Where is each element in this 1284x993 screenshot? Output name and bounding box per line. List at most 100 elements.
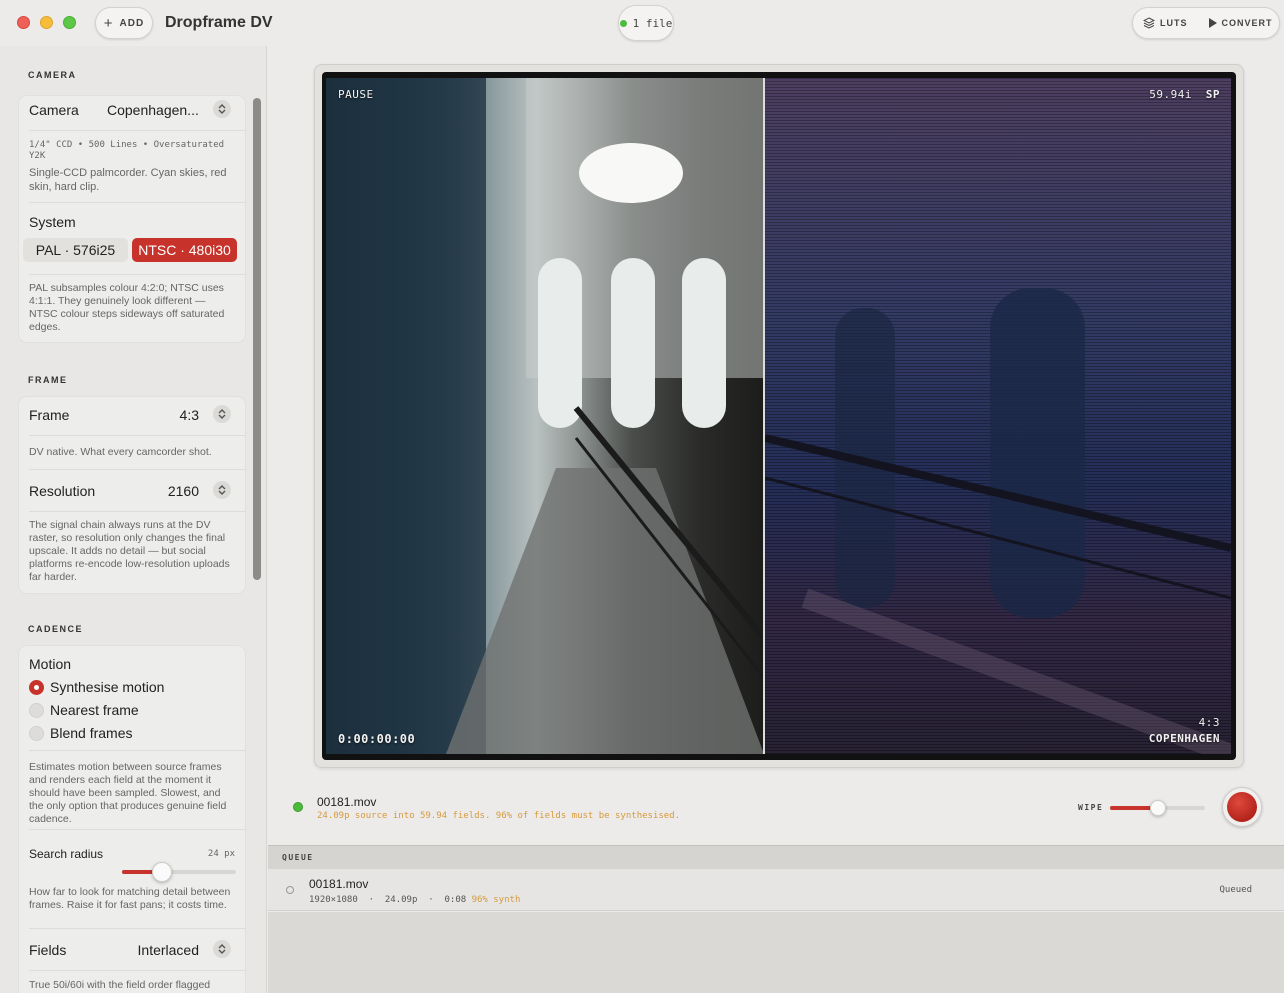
chevron-updown-icon[interactable]	[213, 405, 231, 423]
divider	[29, 202, 245, 203]
frame-value: 4:3	[179, 407, 199, 423]
camera-label: Camera	[29, 102, 79, 118]
osd-speed: SP	[1205, 88, 1220, 101]
camera-spec: 1/4" CCD • 500 Lines • Oversaturated Y2K	[29, 140, 225, 161]
search-radius-note: How far to look for matching detail betw…	[29, 886, 231, 911]
frame-label: Frame	[29, 407, 70, 423]
video-preview[interactable]: PAUSE 59.94i SP 0:00:00:00 4:3 COPENHAGE…	[322, 72, 1236, 760]
motion-option-label: Synthesise motion	[50, 679, 165, 695]
plus-icon: +	[103, 14, 114, 32]
play-icon	[1208, 18, 1217, 28]
app-title: Dropframe DV	[165, 14, 273, 31]
divider	[29, 928, 245, 929]
record-button[interactable]	[1222, 787, 1262, 827]
chevron-updown-icon[interactable]	[213, 100, 231, 118]
camera-value: Copenhagen...	[107, 102, 199, 118]
divider	[29, 829, 245, 830]
minimize-window-button[interactable]	[40, 16, 53, 29]
motion-option-synthesise[interactable]: Synthesise motion	[29, 679, 164, 695]
queue-header: QUEUE	[268, 845, 1284, 869]
radio-icon	[29, 725, 44, 741]
fields-label: Fields	[29, 942, 67, 958]
osd-rate: 59.94i	[1149, 88, 1192, 101]
queue-item[interactable]: 00181.mov 1920×1080 · 24.09p · 0:08 96% …	[268, 869, 1284, 911]
system-segmented-control: PAL · 576i25 NTSC · 480i30	[23, 238, 237, 262]
system-label: System	[29, 214, 76, 230]
system-option-pal[interactable]: PAL · 576i25	[23, 238, 128, 262]
section-title-cadence: CADENCE	[28, 624, 84, 634]
search-radius-label: Search radius	[29, 847, 104, 861]
file-count-label: 1 file	[632, 16, 673, 30]
divider	[29, 130, 245, 131]
divider	[29, 469, 245, 470]
fields-row[interactable]: Fields Interlaced	[19, 932, 245, 966]
divider	[29, 274, 245, 275]
osd-aspect: 4:3	[1198, 716, 1220, 729]
motion-label: Motion	[29, 656, 72, 672]
source-frame-image	[326, 78, 764, 754]
queue-item-resolution: 1920×1080	[309, 895, 358, 905]
record-icon	[1227, 792, 1257, 822]
divider	[29, 435, 245, 436]
settings-sidebar: CAMERA Camera Copenhagen... 1/4" CCD • 5…	[0, 46, 267, 993]
fields-note: True 50i/60i with the field order flagge…	[29, 979, 211, 991]
wipe-divider[interactable]	[763, 78, 765, 754]
add-button-label: ADD	[119, 17, 145, 29]
corridor-illustration	[326, 78, 764, 754]
frame-row[interactable]: Frame 4:3	[19, 397, 245, 431]
search-radius-value: 24 px	[207, 849, 235, 859]
queue-item-meta: 1920×1080 · 24.09p · 0:08 96% synth	[309, 895, 521, 905]
file-status-dot-icon	[293, 802, 303, 812]
fields-value: Interlaced	[137, 942, 199, 958]
osd-state: PAUSE	[338, 88, 374, 101]
zoom-window-button[interactable]	[63, 16, 76, 29]
radio-icon	[29, 702, 44, 718]
file-count-pill[interactable]: 1 file	[618, 5, 674, 41]
camera-description: Single-CCD palmcorder. Cyan skies, red s…	[29, 167, 227, 193]
luts-button[interactable]: LUTS	[1133, 8, 1198, 38]
queue-item-fps: 24.09p	[384, 895, 418, 905]
sidebar-scrollbar[interactable]	[253, 98, 261, 580]
frame-note: DV native. What every camcorder shot.	[29, 446, 212, 458]
slider-knob[interactable]	[1149, 800, 1166, 816]
frame-card: Frame 4:3 DV native. What every camcorde…	[18, 396, 246, 594]
status-dot-icon	[619, 19, 627, 27]
radio-selected-icon	[29, 679, 44, 695]
system-option-ntsc[interactable]: NTSC · 480i30	[132, 238, 237, 262]
search-radius-slider[interactable]	[122, 862, 236, 882]
motion-option-nearest[interactable]: Nearest frame	[29, 702, 139, 718]
camera-row[interactable]: Camera Copenhagen...	[19, 96, 245, 130]
section-title-frame: FRAME	[28, 375, 68, 385]
osd-timecode: 0:00:00:00	[338, 732, 416, 746]
chevron-updown-icon[interactable]	[213, 940, 231, 958]
queue-item-state: Queued	[1219, 885, 1252, 895]
processed-illustration	[765, 288, 1231, 754]
queue-item-duration: 0:08	[444, 895, 467, 905]
queue-item-status-icon	[286, 886, 294, 894]
system-note: PAL subsamples colour 4:2:0; NTSC uses 4…	[29, 282, 225, 333]
wipe-slider[interactable]	[1110, 800, 1205, 816]
divider	[29, 970, 245, 971]
layers-icon	[1143, 17, 1155, 29]
titlebar: + ADD Dropframe DV 1 file LUTS CONVERT	[0, 0, 1284, 46]
motion-option-label: Nearest frame	[50, 702, 139, 718]
slider-knob[interactable]	[151, 862, 172, 882]
section-title-camera: CAMERA	[28, 70, 77, 80]
motion-note: Estimates motion between source frames a…	[29, 761, 227, 825]
motion-option-blend[interactable]: Blend frames	[29, 725, 132, 741]
convert-button[interactable]: CONVERT	[1198, 8, 1280, 38]
luts-label: LUTS	[1160, 18, 1188, 28]
resolution-value: 2160	[167, 483, 199, 499]
toolbar-segment: LUTS CONVERT	[1132, 7, 1280, 39]
divider	[29, 750, 245, 751]
queue-item-name: 00181.mov	[309, 877, 369, 891]
resolution-row[interactable]: Resolution 2160	[19, 473, 245, 507]
camera-card: Camera Copenhagen... 1/4" CCD • 500 Line…	[18, 95, 246, 343]
chevron-updown-icon[interactable]	[213, 481, 231, 499]
convert-label: CONVERT	[1221, 18, 1273, 28]
osd-camera: COPENHAGEN	[1148, 732, 1220, 745]
add-button[interactable]: + ADD	[95, 7, 153, 39]
current-file-name: 00181.mov	[317, 795, 377, 809]
current-file-note: 24.09p source into 59.94 fields. 96% of …	[317, 811, 681, 821]
close-window-button[interactable]	[17, 16, 30, 29]
